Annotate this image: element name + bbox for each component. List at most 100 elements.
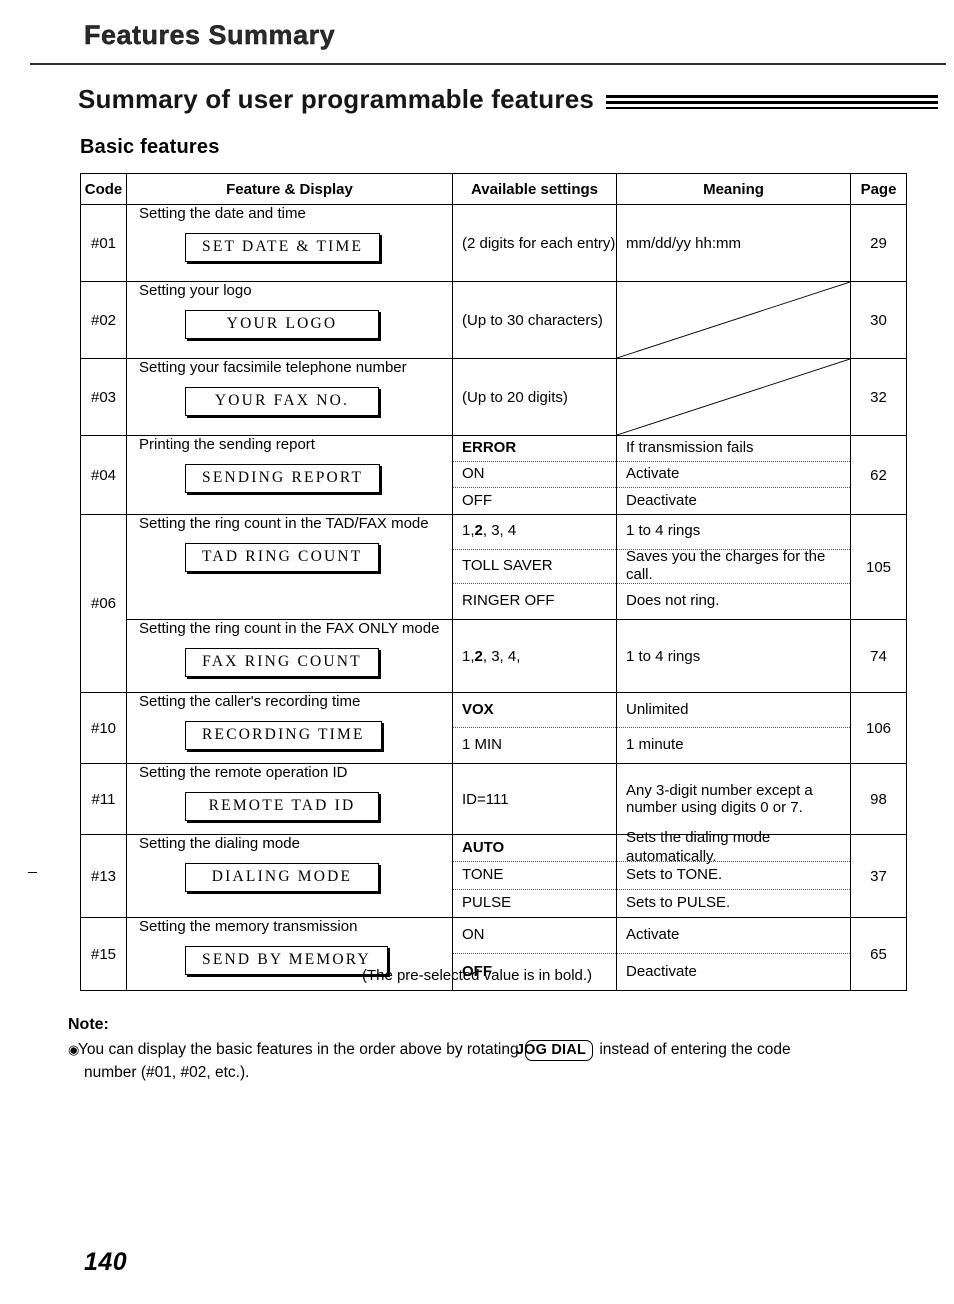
cell-settings: (2 digits for each entry) (452, 204, 617, 282)
setting-value: PULSE (462, 893, 512, 911)
cell-code: #02 (80, 281, 127, 359)
header-rule (30, 63, 946, 65)
cell-feature: Setting your logo YOUR LOGO (126, 281, 453, 359)
setting-value: VOX (453, 693, 616, 728)
lcd-display-box: SENDING REPORT (185, 463, 381, 493)
crop-tick-mark (28, 872, 37, 873)
setting-value: 1, 2, 3, 4 (453, 515, 616, 550)
setting-value: (Up to 20 digits) (462, 388, 568, 406)
lcd-display-box: YOUR FAX NO. (185, 386, 379, 416)
cell-meaning (616, 281, 851, 359)
lcd-display-box: DIALING MODE (185, 862, 379, 892)
lcd-display-box: FAX RING COUNT (185, 647, 379, 677)
header-page: Page (850, 173, 907, 205)
header-feature: Feature & Display (126, 173, 453, 205)
note-block: Note: ◉You can display the basic feature… (68, 1013, 918, 1084)
note-text-before: You can display the basic features in th… (78, 1041, 519, 1059)
table-row: #04 Printing the sending report SENDING RE… (80, 435, 907, 515)
cell-page: 37 (850, 834, 907, 918)
cell-code: #06 (80, 514, 127, 693)
lcd-display-box: YOUR LOGO (185, 309, 379, 339)
cell-page: 98 (850, 763, 907, 835)
cell-settings: ERROR ON OFF (452, 435, 617, 515)
setting-value: AUTO (453, 835, 616, 863)
empty-slash-icon (617, 282, 850, 358)
bullet-icon: ◉ (68, 1042, 80, 1058)
lcd-display-box: TAD RING COUNT (185, 542, 380, 572)
setting-value: ON (453, 462, 616, 488)
meaning-value: Saves you the charges for the call. (617, 548, 850, 585)
setting-value: RINGER OFF (462, 592, 555, 610)
meaning-value: 1 minute (626, 736, 684, 754)
meaning-value: Any 3-digit number except a number using… (626, 782, 813, 816)
meaning-value: Activate (617, 462, 850, 488)
note-item: ◉You can display the basic features in t… (68, 1039, 918, 1084)
empty-slash-icon (617, 359, 850, 435)
meaning-value: If transmission fails (617, 436, 850, 462)
meaning-value: 1 to 4 rings (626, 647, 701, 665)
meaning-value: Unlimited (617, 693, 850, 728)
cell-code: #10 (80, 692, 127, 764)
page-number: 140 (84, 1248, 128, 1276)
cell-page: 62 (850, 435, 907, 515)
feature-description: Printing the sending report (139, 436, 315, 453)
cell-code: #11 (80, 763, 127, 835)
setting-value: ERROR (453, 436, 616, 462)
note-text-after: instead of entering the code (599, 1041, 791, 1059)
cell-meaning (616, 358, 851, 436)
cell-page: 29 (850, 204, 907, 282)
feature-description: Setting the dialing mode (139, 835, 300, 852)
cell-meaning: 1 to 4 rings Saves you the charges for th… (616, 514, 851, 620)
table-row: Setting the ring count in the FAX ONLY m… (81, 619, 907, 693)
cell-settings: VOX 1 MIN (452, 692, 617, 764)
meaning-value: 1 to 4 rings (617, 515, 850, 550)
lcd-display-box: RECORDING TIME (185, 720, 382, 750)
table-row: #13 Setting the dialing mode DIALING MODE A… (80, 829, 907, 918)
meaning-value: mm/dd/yy hh:mm (626, 234, 742, 252)
cell-meaning: Sets the dialing mode automatically. Sets… (616, 829, 851, 918)
table-row: #02 Setting your logo YOUR LOGO (Up to 30 c… (80, 281, 907, 359)
cell-code: #13 (80, 834, 127, 918)
cell-feature: Setting the remote operation ID REMOTE TA… (126, 763, 453, 835)
setting-value: 1 MIN (462, 736, 503, 754)
feature-description: Setting your logo (139, 282, 252, 299)
setting-value: OFF (462, 491, 492, 509)
cell-code: #03 (80, 358, 127, 436)
feature-description: Setting the ring count in the FAX ONLY m… (139, 620, 440, 637)
cell-settings: 1, 2, 3, 4, (452, 619, 617, 693)
cell-settings: 1, 2, 3, 4 TOLL SAVER RINGER OFF (452, 514, 617, 620)
feature-description: Setting your facsimile telephone number (139, 359, 407, 376)
setting-value: (Up to 30 characters) (462, 311, 603, 329)
running-head: Features Summary (84, 20, 336, 50)
setting-value: TONE (453, 862, 616, 890)
table-header-row: Code Feature & Display Available setting… (80, 173, 907, 205)
subsection-title: Basic features (80, 136, 220, 158)
table-row: #01 Setting the date and time SET DATE & T… (80, 204, 907, 282)
cell-page: 74 (850, 619, 907, 693)
feature-description: Setting the memory transmission (139, 918, 358, 935)
lcd-display-box: SET DATE & TIME (185, 232, 381, 262)
note-label: Note: (68, 1016, 109, 1033)
feature-description: Setting the caller's recording time (139, 693, 361, 710)
cell-feature: Setting the ring count in the TAD/FAX mo… (126, 514, 453, 620)
feature-description: Setting the ring count in the TAD/FAX mo… (139, 515, 429, 532)
cell-feature: Setting the date and time SET DATE & TIME (126, 204, 453, 282)
cell-meaning: mm/dd/yy hh:mm (616, 204, 851, 282)
cell-feature: Setting the caller's recording time RECOR… (126, 692, 453, 764)
meaning-value: Deactivate (626, 491, 697, 509)
cell-settings: (Up to 30 characters) (452, 281, 617, 359)
meaning-value: Sets to PULSE. (626, 893, 731, 911)
cell-feature: Setting your facsimile telephone number Y… (126, 358, 453, 436)
cell-settings: (Up to 20 digits) (452, 358, 617, 436)
preselected-note: (The pre-selected value is in bold.) (361, 967, 593, 984)
section-title-row: Summary of user programmable features (78, 84, 938, 115)
cell-page: 30 (850, 281, 907, 359)
cell-page: 32 (850, 358, 907, 436)
meaning-value: Activate (617, 918, 850, 954)
table-row: #11 Setting the remote operation ID REMOTE… (80, 763, 907, 835)
feature-description: Setting the remote operation ID (139, 764, 348, 781)
cell-meaning: Unlimited 1 minute (616, 692, 851, 764)
lcd-display-box: REMOTE TAD ID (185, 791, 379, 821)
cell-code: #01 (80, 204, 127, 282)
cell-feature: Setting the ring count in the FAX ONLY m… (126, 619, 453, 693)
